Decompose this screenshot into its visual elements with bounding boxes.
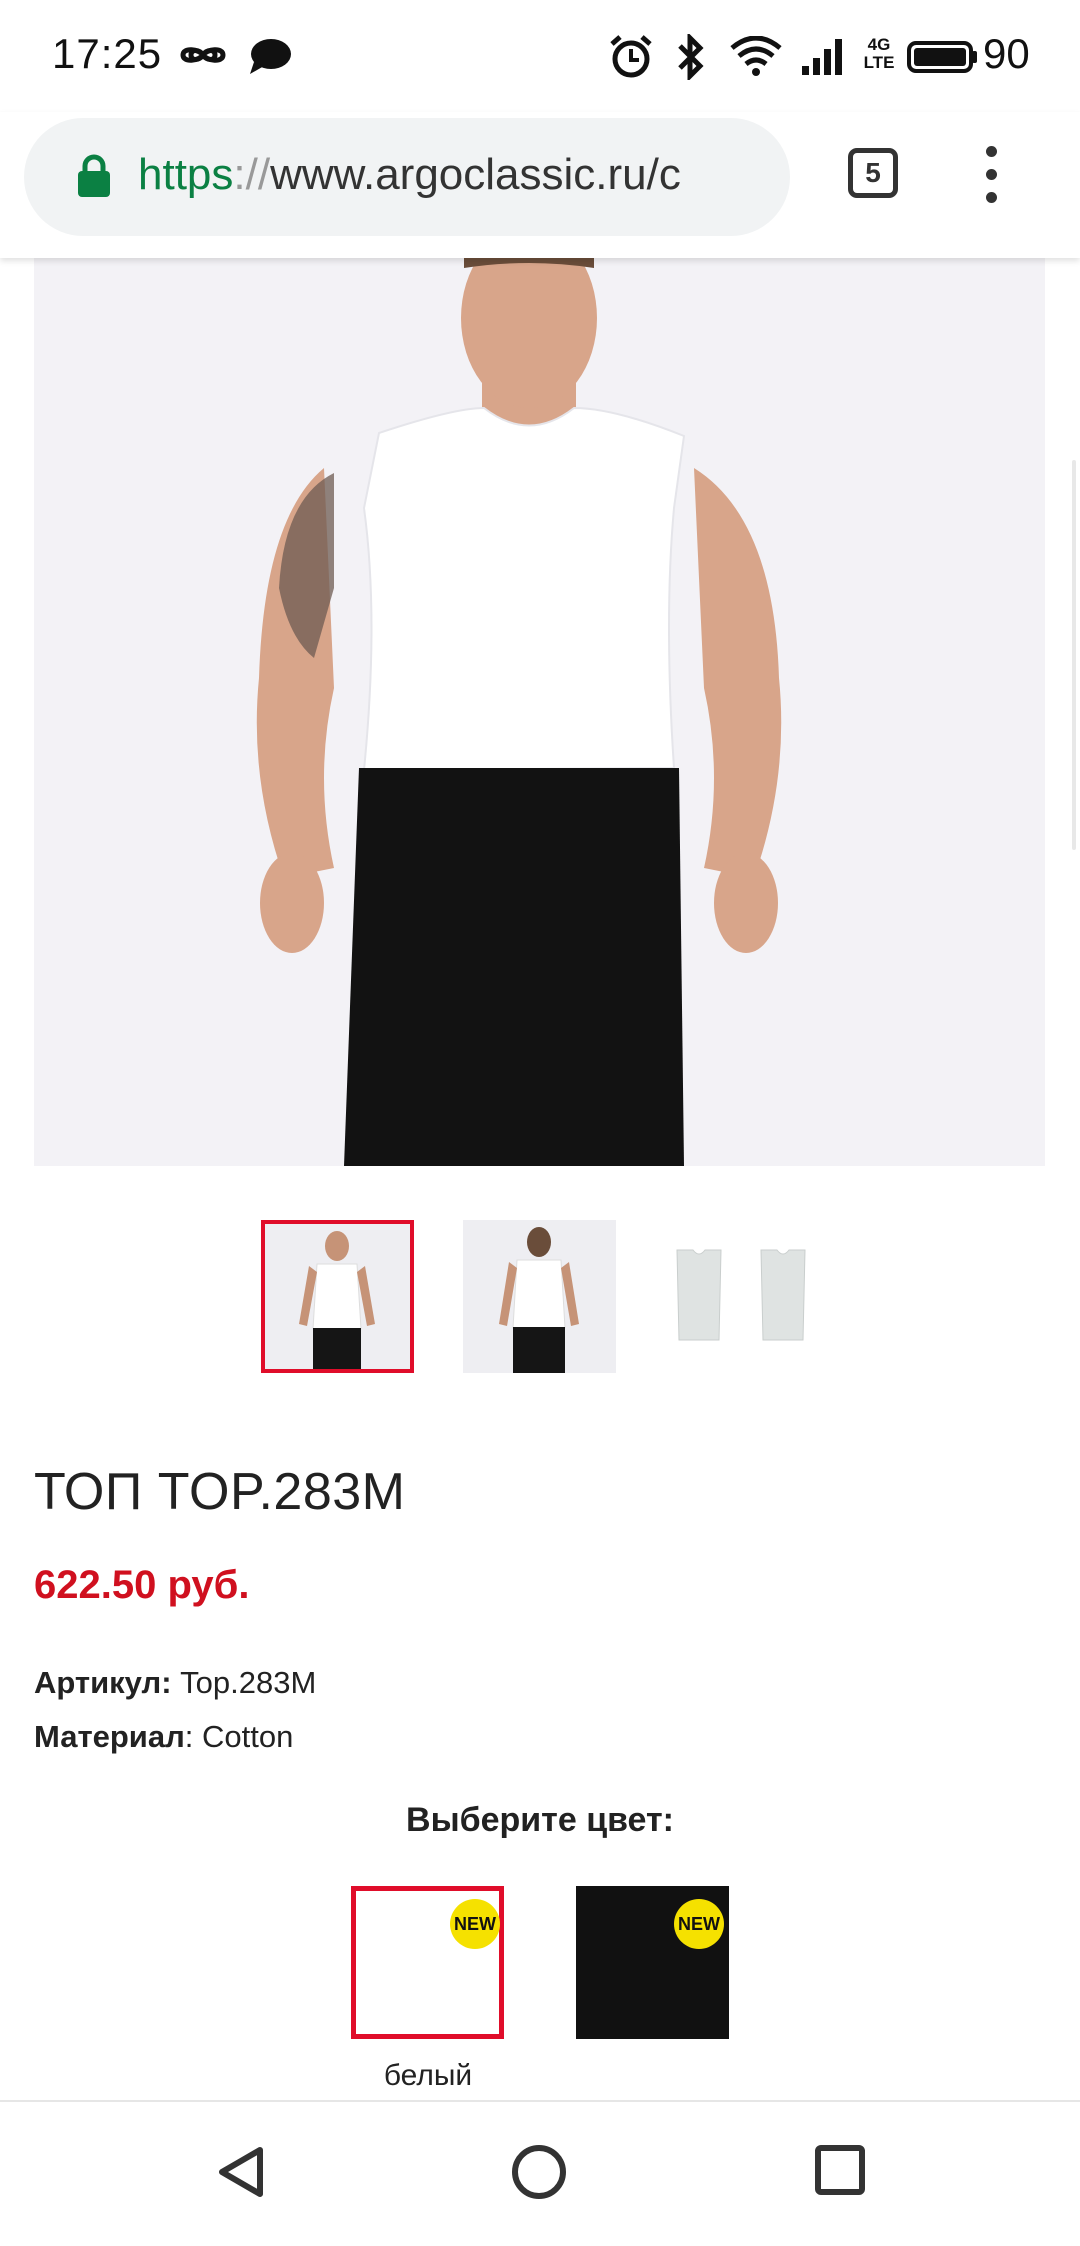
lock-icon bbox=[78, 154, 110, 197]
color-heading: Выберите цвет: bbox=[406, 1801, 674, 1839]
status-bar: 17:25 4G LTE 90 bbox=[0, 0, 1080, 112]
material-row: Материал: Cotton bbox=[34, 1719, 293, 1755]
url-scheme: https bbox=[138, 150, 234, 199]
infinity-icon bbox=[180, 47, 226, 63]
color-swatch-label: белый bbox=[383, 2059, 473, 2092]
menu-dot-icon bbox=[986, 192, 997, 203]
alarm-icon bbox=[610, 35, 652, 78]
url-text[interactable]: https://www.argoclassic.ru/c bbox=[138, 150, 778, 200]
material-value: : Cotton bbox=[184, 1719, 294, 1754]
product-title: ТОП TOP.283M bbox=[34, 1463, 406, 1521]
status-time: 17:25 bbox=[52, 30, 163, 77]
new-badge: NEW bbox=[674, 1899, 724, 1949]
color-swatch-white[interactable]: NEW bbox=[351, 1886, 504, 2039]
more-menu-button[interactable] bbox=[984, 146, 998, 206]
wifi-icon bbox=[730, 36, 782, 76]
menu-dot-icon bbox=[986, 169, 997, 180]
material-label: Материал bbox=[34, 1719, 185, 1754]
thumbnail-back[interactable] bbox=[463, 1220, 616, 1373]
signal-icon bbox=[802, 39, 842, 75]
sku-value: Top.283M bbox=[171, 1665, 317, 1700]
bluetooth-icon bbox=[678, 34, 704, 80]
url-host: www.argoclassic.ru/c bbox=[270, 150, 681, 199]
menu-dot-icon bbox=[986, 146, 997, 157]
sku-row: Артикул: Top.283M bbox=[34, 1665, 316, 1701]
thumbnail-front[interactable] bbox=[261, 1220, 414, 1373]
new-badge: NEW bbox=[450, 1899, 500, 1949]
product-price: 622.50 руб. bbox=[34, 1563, 250, 1607]
thumbnail-flat[interactable] bbox=[665, 1220, 818, 1373]
tabs-count-button[interactable]: 5 bbox=[848, 148, 898, 198]
thumbnail-image bbox=[265, 1224, 410, 1369]
url-separator: :// bbox=[233, 150, 271, 199]
battery-level: 90 bbox=[983, 30, 1030, 77]
page-scrollbar[interactable] bbox=[1072, 460, 1076, 850]
home-icon[interactable] bbox=[511, 2144, 567, 2200]
model-photo bbox=[34, 258, 1045, 1166]
url-bar[interactable]: https://www.argoclassic.ru/c bbox=[24, 118, 790, 236]
sku-label: Артикул: bbox=[34, 1665, 172, 1700]
thumbnail-image bbox=[463, 1220, 616, 1373]
lte-icon: 4G LTE bbox=[863, 35, 895, 72]
system-nav-bar bbox=[0, 2100, 1080, 2246]
battery-icon bbox=[907, 41, 977, 73]
color-swatch-black[interactable]: NEW bbox=[576, 1886, 729, 2039]
back-icon[interactable] bbox=[214, 2144, 268, 2200]
product-main-image[interactable] bbox=[34, 258, 1045, 1166]
thumbnail-image bbox=[665, 1220, 818, 1373]
chat-bubble-icon bbox=[250, 39, 291, 74]
browser-toolbar: https://www.argoclassic.ru/c 5 bbox=[0, 112, 1080, 258]
recents-icon[interactable] bbox=[814, 2144, 866, 2196]
